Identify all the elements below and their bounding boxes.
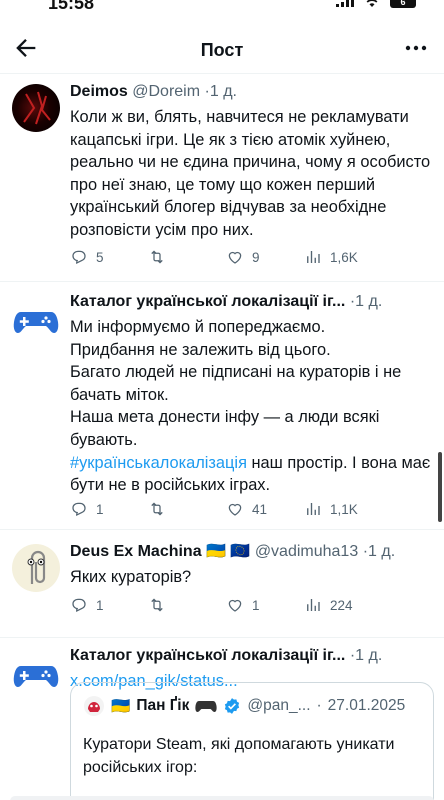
text-line: Наша мета донести інфу — а люди всякі бу…	[70, 408, 380, 449]
reply-composer-bar[interactable]	[10, 796, 434, 800]
quote-avatar-icon[interactable]	[83, 695, 105, 717]
views-icon	[307, 251, 320, 263]
battery-icon: 6	[390, 0, 416, 8]
author-name[interactable]: Каталог української локалізації іг...	[70, 293, 345, 310]
like-button[interactable]: 9	[226, 246, 304, 268]
repost-button[interactable]	[148, 246, 226, 268]
gamepad-icon	[13, 312, 59, 333]
author-handle[interactable]: @vadimuha13	[255, 543, 358, 560]
wifi-icon	[365, 0, 379, 7]
post-time[interactable]: 1 д.	[355, 647, 382, 664]
separator: ·	[316, 697, 322, 714]
views-button[interactable]: 1,1K	[304, 498, 382, 520]
repost-icon	[151, 502, 163, 516]
reply-button[interactable]: 1	[70, 498, 148, 520]
text-line: Багато людей не підписані на кураторів і…	[70, 363, 402, 404]
text-line: Ми інформуємо й попереджаємо.	[70, 318, 326, 336]
author-name[interactable]: Deus Ex Machina	[70, 543, 202, 560]
signal-icon	[336, 0, 354, 7]
author-flags: 🇺🇦 🇪🇺	[206, 543, 251, 560]
quote-author-name[interactable]: Пан Ґік	[136, 697, 189, 715]
avatar[interactable]	[12, 544, 60, 592]
like-count: 1	[252, 597, 260, 613]
quoted-post[interactable]: 🇺🇦 Пан Ґік @pan_... · 27.01.2025 Куратор…	[70, 682, 434, 800]
post-text: Ми інформуємо й попереджаємо. Придбання …	[70, 316, 434, 497]
quote-handle[interactable]: @pan_...	[247, 697, 310, 715]
post-content: Каталог української локалізації іг... ·1…	[70, 292, 434, 497]
like-icon	[228, 251, 242, 264]
reply-count: 5	[96, 249, 104, 265]
reply-icon	[72, 250, 86, 265]
reply-button[interactable]: 5	[70, 246, 148, 268]
repost-button[interactable]	[148, 498, 226, 520]
reply-post[interactable]: Deus Ex Machina 🇺🇦 🇪🇺 @vadimuha13 ·1 д. …	[0, 530, 444, 638]
verified-badge-icon	[225, 698, 240, 714]
post-time[interactable]: 1 д.	[355, 293, 382, 310]
post-header: Каталог української локалізації іг... ·1…	[70, 292, 434, 312]
text-line: #українськалокалізація наш простір. І во…	[70, 452, 434, 497]
reply-post[interactable]: Каталог української локалізації іг... ·1…	[0, 282, 444, 530]
reply-button[interactable]: 1	[70, 594, 148, 616]
action-bar: 1 41 1,1K	[70, 498, 434, 520]
paperclip-avatar-icon	[27, 550, 46, 584]
post-text: Яких кураторів?	[70, 568, 192, 586]
views-icon	[307, 503, 320, 515]
status-bar: 15:58 6	[0, 0, 444, 22]
top-bar: Пост	[0, 22, 444, 74]
views-button[interactable]: 1,6K	[304, 246, 382, 268]
reply-count: 1	[96, 501, 104, 517]
reply-count: 1	[96, 597, 104, 613]
gamepad-icon	[13, 666, 59, 687]
status-time: 15:58	[48, 0, 95, 13]
repost-icon	[151, 598, 163, 612]
post-content: Deimos @Doreim ·1 д. Коли ж ви, блять, н…	[70, 82, 434, 242]
repost-icon	[151, 250, 163, 264]
post-time[interactable]: 1 д.	[368, 543, 395, 560]
action-bar: 5 9 1,6K	[70, 246, 434, 268]
view-count: 1,6K	[330, 249, 358, 265]
post-text: Коли ж ви, блять, навчитеся не рекламува…	[70, 108, 431, 239]
like-count: 41	[252, 501, 268, 517]
avatar[interactable]	[12, 650, 60, 698]
page-title: Пост	[200, 40, 244, 60]
like-button[interactable]: 41	[226, 498, 304, 520]
gamepad-icon	[195, 701, 217, 712]
hashtag-link[interactable]: #українськалокалізація	[70, 454, 247, 472]
post-header: Deimos @Doreim ·1 д.	[70, 82, 434, 102]
status-icons: 6	[336, 0, 416, 8]
avatar[interactable]	[12, 84, 60, 132]
quote-text: Куратори Steam, які допомагають уникати …	[83, 736, 395, 776]
like-button[interactable]: 1	[226, 594, 304, 616]
avatar[interactable]	[12, 296, 60, 344]
like-icon	[228, 503, 242, 516]
author-name[interactable]: Каталог української локалізації іг...	[70, 647, 345, 664]
post-content: Deus Ex Machina 🇺🇦 🇪🇺 @vadimuha13 ·1 д. …	[70, 542, 434, 589]
repost-button[interactable]	[148, 594, 226, 616]
views-button[interactable]: 224	[304, 594, 382, 616]
author-handle[interactable]: @Doreim	[132, 83, 200, 100]
post-header: Каталог української локалізації іг... ·1…	[70, 646, 434, 666]
action-bar: 1 1 224	[70, 594, 434, 616]
quote-header: 🇺🇦 Пан Ґік @pan_... · 27.01.2025	[83, 695, 405, 717]
text-line: Придбання не залежить від цього.	[70, 340, 331, 359]
quote-flag: 🇺🇦	[111, 697, 131, 715]
reply-icon	[72, 598, 86, 613]
avatar-art	[23, 91, 51, 125]
post-time[interactable]: 1 д.	[210, 83, 237, 100]
reply-icon	[72, 502, 86, 517]
reply-post[interactable]: Deimos @Doreim ·1 д. Коли ж ви, блять, н…	[0, 74, 444, 282]
scrollbar[interactable]	[438, 452, 442, 522]
view-count: 224	[330, 597, 353, 613]
more-dots-icon[interactable]	[404, 38, 428, 58]
like-icon	[228, 599, 242, 612]
like-count: 9	[252, 249, 260, 265]
quote-date: 27.01.2025	[327, 697, 406, 714]
post-header: Deus Ex Machina 🇺🇦 🇪🇺 @vadimuha13 ·1 д.	[70, 542, 434, 562]
view-count: 1,1K	[330, 501, 358, 517]
views-icon	[307, 599, 320, 611]
author-name[interactable]: Deimos	[70, 83, 128, 100]
